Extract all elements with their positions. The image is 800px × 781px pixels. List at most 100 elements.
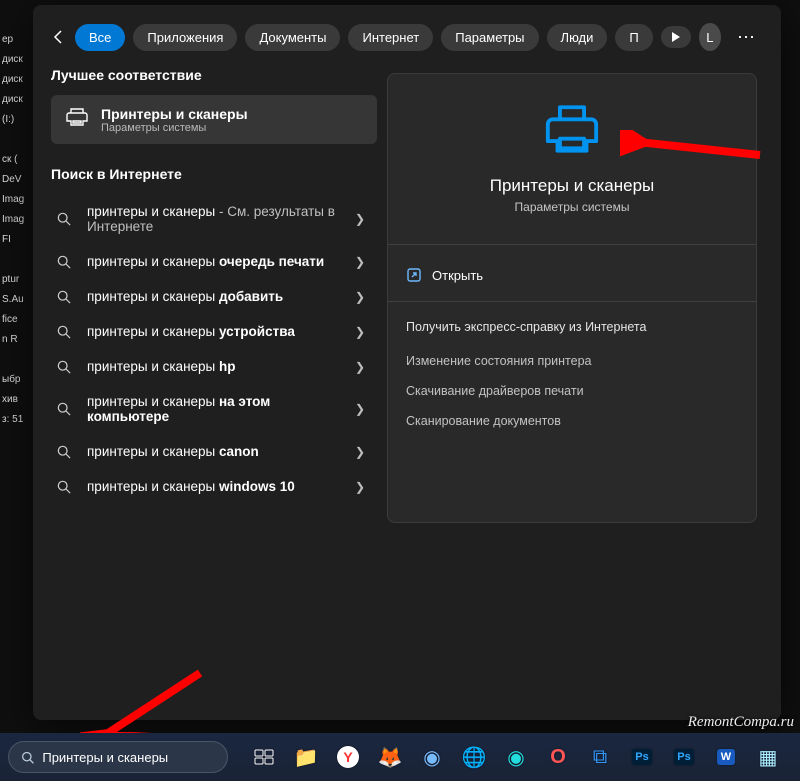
- filter-settings[interactable]: Параметры: [441, 24, 538, 51]
- desktop-label: fice: [0, 310, 32, 330]
- desktop-label: (I:): [0, 110, 32, 130]
- search-icon: [55, 480, 73, 494]
- desktop-label: диск: [0, 70, 32, 90]
- help-link[interactable]: Изменение состояния принтера: [402, 346, 742, 376]
- desktop-label: диск: [0, 90, 32, 110]
- chevron-right-icon: ❯: [355, 402, 373, 416]
- web-search-header: Поиск в Интернете: [51, 166, 383, 182]
- taskbar: 📁 Y 🦊 ◉ 🌐 ◉ O ⧉ Ps Ps W ▦: [0, 733, 800, 781]
- divider: [388, 244, 756, 245]
- best-match-subtitle: Параметры системы: [101, 122, 248, 134]
- edge-icon[interactable]: ◉: [496, 737, 536, 777]
- app-pinned-icon[interactable]: ▦: [748, 737, 788, 777]
- taskbar-search[interactable]: [8, 741, 228, 773]
- web-result-item[interactable]: принтеры и сканеры очередь печати ❯: [51, 244, 377, 279]
- filter-apps[interactable]: Приложения: [133, 24, 237, 51]
- printer-large-icon: [402, 100, 742, 158]
- web-result-item[interactable]: принтеры и сканеры - См. результаты в Ин…: [51, 194, 377, 244]
- search-icon: [55, 445, 73, 459]
- result-text: принтеры и сканеры очередь печати: [87, 254, 324, 269]
- opera-icon[interactable]: O: [538, 737, 578, 777]
- result-text: принтеры и сканеры добавить: [87, 289, 283, 304]
- desktop-label: хив: [0, 390, 32, 410]
- user-avatar[interactable]: L: [699, 23, 721, 51]
- web-result-item[interactable]: принтеры и сканеры устройства ❯: [51, 314, 377, 349]
- arrow-left-icon: [51, 29, 67, 45]
- chrome-alt-icon[interactable]: ◉: [412, 737, 452, 777]
- photoshop-icon[interactable]: Ps: [622, 737, 662, 777]
- result-text: принтеры и сканеры hp: [87, 359, 236, 374]
- preview-title: Принтеры и сканеры: [402, 176, 742, 196]
- desktop-label: FI: [0, 230, 32, 250]
- help-link[interactable]: Скачивание драйверов печати: [402, 376, 742, 406]
- web-result-item[interactable]: принтеры и сканеры добавить ❯: [51, 279, 377, 314]
- search-icon: [55, 290, 73, 304]
- best-match-title: Принтеры и сканеры: [101, 106, 248, 122]
- search-header: Все Приложения Документы Интернет Параме…: [33, 5, 781, 61]
- desktop-label: [0, 250, 32, 270]
- search-flyout: Все Приложения Документы Интернет Параме…: [33, 5, 781, 720]
- web-result-item[interactable]: принтеры и сканеры hp ❯: [51, 349, 377, 384]
- preview-card: Принтеры и сканеры Параметры системы Отк…: [387, 73, 757, 523]
- filter-all[interactable]: Все: [75, 24, 125, 51]
- desktop-label: ер: [0, 30, 32, 50]
- chevron-right-icon: ❯: [355, 290, 373, 304]
- best-match-item[interactable]: Принтеры и сканеры Параметры системы: [51, 95, 377, 144]
- result-text: принтеры и сканеры canon: [87, 444, 259, 459]
- open-label: Открыть: [432, 268, 483, 283]
- vscode-icon[interactable]: ⧉: [580, 737, 620, 777]
- printer-icon: [65, 105, 89, 134]
- desktop-labels: ердискдискдиск(I:)ск (DeVImagImagFIpturS…: [0, 30, 32, 430]
- ellipsis-icon: ⋯: [737, 27, 755, 47]
- result-text: принтеры и сканеры - См. результаты в Ин…: [87, 204, 341, 234]
- desktop-label: [0, 350, 32, 370]
- desktop-label: Imag: [0, 210, 32, 230]
- help-link[interactable]: Сканирование документов: [402, 406, 742, 436]
- word-icon[interactable]: W: [706, 737, 746, 777]
- result-text: принтеры и сканеры windows 10: [87, 479, 295, 494]
- search-icon: [55, 325, 73, 339]
- result-text: принтеры и сканеры на этом компьютере: [87, 394, 341, 424]
- chevron-right-icon: ❯: [355, 480, 373, 494]
- taskbar-icons: 📁 Y 🦊 ◉ 🌐 ◉ O ⧉ Ps Ps W ▦: [244, 737, 788, 777]
- filter-next[interactable]: [661, 26, 691, 48]
- yandex-icon[interactable]: Y: [328, 737, 368, 777]
- divider: [388, 301, 756, 302]
- filter-people[interactable]: Люди: [547, 24, 608, 51]
- best-match-header: Лучшее соответствие: [51, 67, 383, 83]
- task-view-icon[interactable]: [244, 737, 284, 777]
- desktop-label: DeV: [0, 170, 32, 190]
- back-button[interactable]: [51, 27, 67, 47]
- taskbar-search-input[interactable]: [42, 750, 215, 765]
- search-icon: [21, 750, 34, 765]
- more-options-button[interactable]: ⋯: [729, 27, 763, 48]
- chevron-right-icon: ❯: [355, 360, 373, 374]
- web-result-item[interactable]: принтеры и сканеры windows 10 ❯: [51, 469, 377, 504]
- desktop-label: n R: [0, 330, 32, 350]
- open-icon: [406, 267, 422, 283]
- web-result-item[interactable]: принтеры и сканеры canon ❯: [51, 434, 377, 469]
- web-result-item[interactable]: принтеры и сканеры на этом компьютере ❯: [51, 384, 377, 434]
- filter-more-cut[interactable]: П: [615, 24, 652, 51]
- desktop-label: ыбр: [0, 370, 32, 390]
- search-icon: [55, 402, 73, 416]
- chrome-icon[interactable]: 🌐: [454, 737, 494, 777]
- photoshop-beta-icon[interactable]: Ps: [664, 737, 704, 777]
- explorer-icon[interactable]: 📁: [286, 737, 326, 777]
- search-icon: [55, 255, 73, 269]
- chevron-right-icon: ❯: [355, 325, 373, 339]
- filter-web[interactable]: Интернет: [348, 24, 433, 51]
- open-action[interactable]: Открыть: [402, 259, 742, 301]
- desktop-label: Imag: [0, 190, 32, 210]
- preview-column: Принтеры и сканеры Параметры системы Отк…: [383, 61, 781, 716]
- desktop-label: з: 51: [0, 410, 32, 430]
- search-icon: [55, 360, 73, 374]
- preview-subtitle: Параметры системы: [402, 200, 742, 214]
- play-icon: [671, 32, 681, 42]
- search-icon: [55, 212, 73, 226]
- chevron-right-icon: ❯: [355, 212, 373, 226]
- chevron-right-icon: ❯: [355, 255, 373, 269]
- filter-docs[interactable]: Документы: [245, 24, 340, 51]
- firefox-icon[interactable]: 🦊: [370, 737, 410, 777]
- results-column: Лучшее соответствие Принтеры и сканеры П…: [33, 61, 383, 716]
